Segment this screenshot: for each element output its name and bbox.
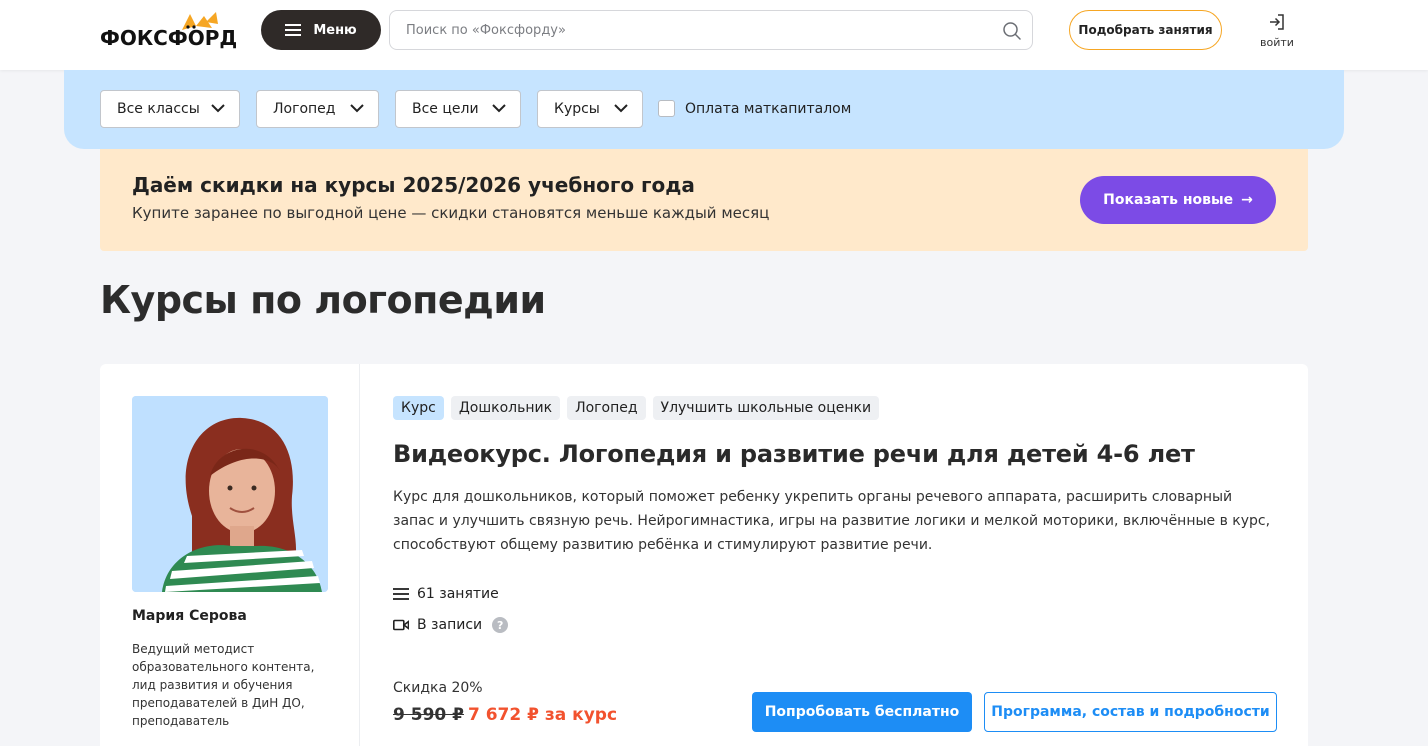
try-free-button[interactable]: Попробовать бесплатно	[752, 692, 972, 732]
teacher-panel: Мария Серова Ведущий методист образовате…	[100, 364, 360, 746]
price: 9 590 ₽ 7 672 ₽ за курс	[393, 705, 617, 725]
login-label: войти	[1260, 36, 1294, 49]
matcapital-filter[interactable]: Оплата маткапиталом	[658, 100, 851, 117]
video-camera-icon	[393, 619, 409, 631]
promo-title: Даём скидки на курсы 2025/2026 учебного …	[132, 173, 695, 197]
lessons-label: 61 занятие	[417, 586, 499, 602]
course-tags: Курс Дошкольник Логопед Улучшить школьны…	[393, 396, 880, 420]
login-button[interactable]: войти	[1250, 12, 1304, 52]
course-tag: Логопед	[567, 396, 646, 420]
foxford-logo[interactable]: ФОКСФОРД	[100, 12, 240, 52]
goal-select[interactable]: Все цели	[395, 90, 521, 128]
format-label: В записи	[417, 617, 483, 633]
search-input[interactable]	[406, 11, 966, 49]
course-tag: Улучшить школьные оценки	[652, 396, 880, 420]
course-info: Курс Дошкольник Логопед Улучшить школьны…	[393, 364, 1283, 746]
chevron-down-icon	[211, 104, 225, 113]
help-icon[interactable]: ?	[492, 617, 509, 633]
discount-label: Скидка 20%	[393, 680, 483, 696]
chevron-down-icon	[350, 104, 364, 113]
course-tag: Курс	[393, 396, 444, 420]
search-box	[389, 10, 1033, 50]
search-icon[interactable]	[1002, 21, 1022, 41]
matcapital-checkbox[interactable]	[658, 100, 675, 117]
site-header: ФОКСФОРД Меню Подобрать занятия войти	[0, 0, 1428, 70]
menu-label: Меню	[313, 22, 357, 38]
show-new-button[interactable]: Показать новые →	[1080, 176, 1276, 224]
arrow-right-icon: →	[1241, 192, 1253, 208]
class-select-value: Все классы	[117, 101, 200, 117]
old-price: 9 590 ₽	[393, 705, 464, 725]
type-select[interactable]: Курсы	[537, 90, 643, 128]
new-price: 7 672 ₽ за курс	[467, 705, 618, 725]
goal-select-value: Все цели	[412, 101, 479, 117]
program-details-button[interactable]: Программа, состав и подробности	[984, 692, 1277, 732]
lessons-count: 61 занятие	[393, 586, 499, 602]
menu-button[interactable]: Меню	[261, 10, 381, 50]
promo-subtitle: Купите заранее по выгодной цене — скидки…	[132, 204, 770, 222]
login-icon	[1270, 14, 1284, 30]
class-select[interactable]: Все классы	[100, 90, 240, 128]
burger-icon	[285, 24, 302, 36]
subject-select-value: Логопед	[273, 101, 336, 117]
show-new-label: Показать новые	[1103, 192, 1234, 208]
matcapital-label: Оплата маткапиталом	[685, 100, 852, 117]
page-title: Курсы по логопедии	[100, 278, 546, 322]
chevron-down-icon	[614, 104, 628, 113]
pick-lessons-button[interactable]: Подобрать занятия	[1069, 10, 1222, 50]
promo-banner: Даём скидки на курсы 2025/2026 учебного …	[100, 149, 1308, 251]
course-title[interactable]: Видеокурс. Логопедия и развитие речи для…	[393, 440, 1195, 468]
chevron-down-icon	[492, 104, 506, 113]
type-select-value: Курсы	[554, 101, 600, 117]
subject-select[interactable]: Логопед	[256, 90, 379, 128]
logo-text: ФОКСФОРД	[100, 26, 238, 50]
teacher-portrait-image	[132, 396, 328, 592]
teacher-description: Ведущий методист образовательного контен…	[132, 642, 315, 728]
teacher-photo	[132, 396, 328, 592]
teacher-name: Мария Серова	[132, 608, 247, 624]
filter-bar: Все классы Логопед Все цели Курсы Оплата…	[64, 70, 1344, 149]
course-description: Курс для дошкольников, который поможет р…	[393, 489, 1271, 553]
lesson-format: В записи ?	[393, 617, 509, 633]
list-icon	[393, 588, 409, 600]
course-card: Мария Серова Ведущий методист образовате…	[100, 364, 1308, 746]
course-tag: Дошкольник	[450, 396, 561, 420]
